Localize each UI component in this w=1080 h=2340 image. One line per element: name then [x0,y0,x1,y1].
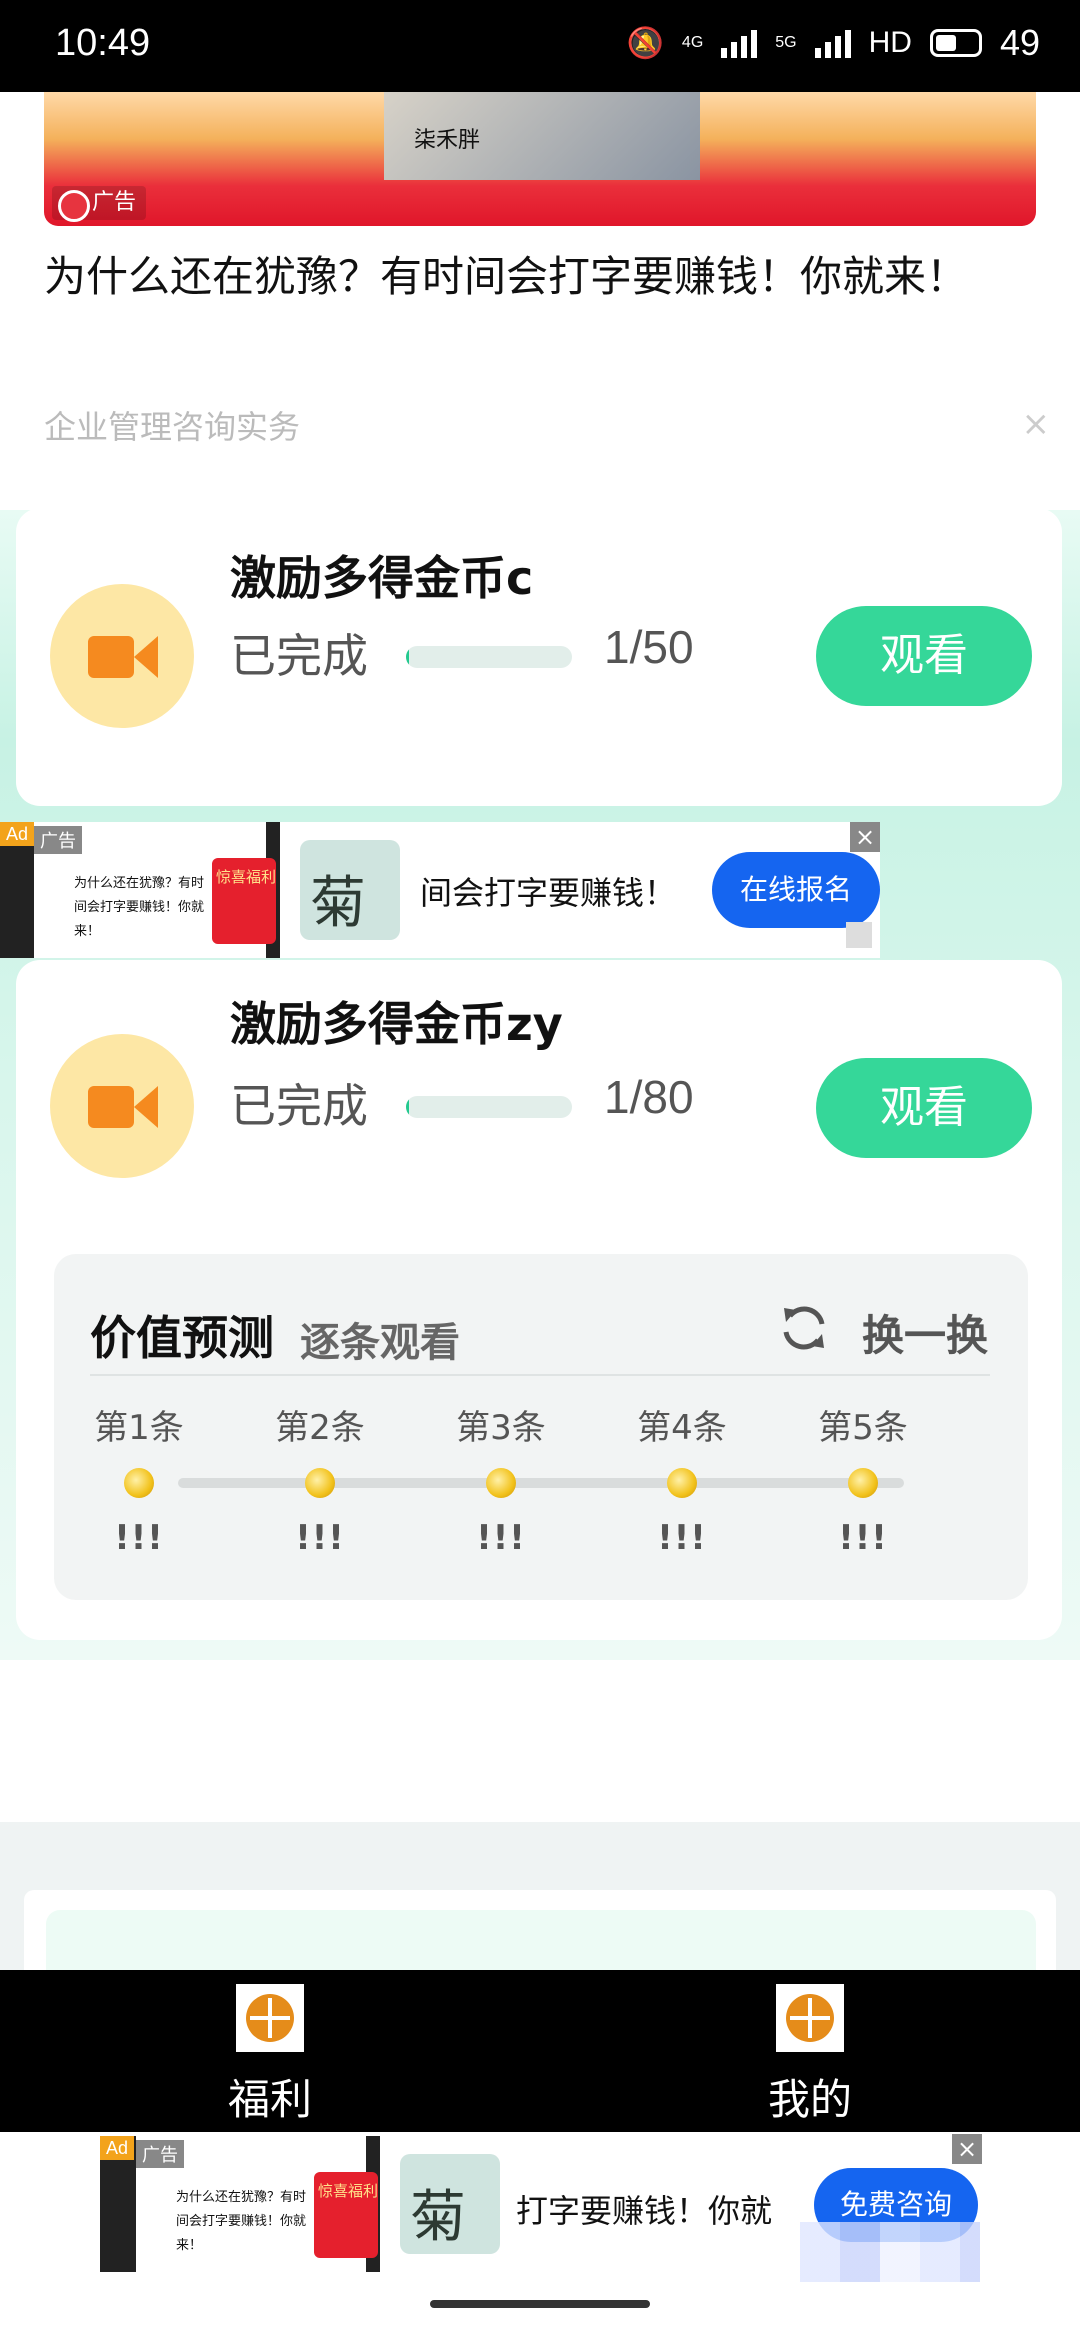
nav-item-label: 福利 [227,2075,312,2124]
app-logo-icon [776,1984,844,2052]
prediction-title: 价值预测 [90,1311,274,1365]
refresh-icon[interactable] [776,1300,832,1356]
signal-icon [814,28,851,58]
feed-ad[interactable]: 柒禾胖 广告 为什么还在犹豫？有时间会打字要赚钱！你就来！ 企业管理咨询实务 × [0,92,1080,510]
ad-headline[interactable]: 为什么还在犹豫？有时间会打字要赚钱！你就来！ [44,248,994,306]
prediction-item-label: 第3条 [456,1408,546,1448]
ad-tag: 广告 [52,186,147,222]
ad-banner-image[interactable]: 柒禾胖 广告 [44,92,1036,226]
home-indicator[interactable] [430,2300,650,2308]
value-prediction-panel: 价值预测 逐条观看 换一换 第1条 !!! 第2条 !!! 第3条 !!! 第4… [54,1254,1028,1600]
close-icon[interactable]: × [952,2134,982,2164]
ad-signup-button[interactable]: 在线报名 [712,852,880,928]
prediction-subtitle: 逐条观看 [300,1320,460,1366]
network-4g-label: 4G [681,34,704,51]
red-envelope-icon: 惊喜福利 [212,858,276,944]
task-progress-bar [406,1096,572,1118]
ad-thumbnail-text: 为什么还在犹豫？有时间会打字要赚钱！你就来！ [74,876,205,939]
nav-item-welfare[interactable]: 福利 [0,1970,540,2132]
bottom-navigation: 福利 我的 [0,1970,1080,2132]
prediction-item-label: 第5条 [818,1408,908,1448]
signal-icon [721,28,758,58]
prediction-track [178,1478,904,1488]
ad-badge: Ad [0,822,34,846]
ad-overlay [800,2222,980,2282]
mute-icon: 🔕 [626,26,664,60]
app-logo-icon [236,1984,304,2052]
red-envelope-icon: 惊喜福利 [314,2172,378,2258]
ad-tag: 广告 [136,2140,184,2168]
nav-item-label: 我的 [767,2075,852,2124]
prediction-item-value: !!! [476,1518,526,1558]
hd-label: HD [868,26,912,59]
status-bar: 10:49 🔕 4G 5G HD 49 [0,0,1080,92]
watch-button[interactable]: 观看 [816,606,1032,706]
ad-scroll-text: 打字要赚钱！你就 [516,2192,773,2230]
inline-ad-banner[interactable]: 为什么还在犹豫？有时间会打字要赚钱！你就来！ 惊喜福利 Ad 广告 菊 间会打字… [0,822,880,958]
coin-icon [848,1468,878,1498]
ad-banner-photo: 柒禾胖 [384,92,700,180]
task-count: 1/50 [604,621,694,673]
prediction-item-value: !!! [838,1518,888,1558]
task-progress-bar [406,646,572,668]
coin-icon [305,1468,335,1498]
advertiser-logo: 菊 [400,2154,500,2254]
task-status: 已完成 [230,1079,368,1133]
ad-scroll-text: 间会打字要赚钱！ [420,874,677,912]
task-title: 激励多得金币c [230,551,534,605]
coin-icon [124,1468,154,1498]
refresh-button[interactable]: 换一换 [862,1302,988,1363]
prediction-item-value: !!! [295,1518,345,1558]
prediction-item-label: 第2条 [275,1408,365,1448]
ad-tag: 广告 [34,826,82,854]
network-5g-label: 5G [775,34,797,51]
prediction-item-label: 第1条 [94,1408,184,1448]
video-camera-icon [50,584,194,728]
watch-button[interactable]: 观看 [816,1058,1032,1158]
status-time: 10:49 [55,22,151,64]
close-icon[interactable]: × [1022,404,1051,444]
task-status: 已完成 [230,629,368,683]
advertiser-logo: 菊 [300,840,400,940]
task-progress-fill [406,646,410,668]
video-camera-icon [50,1034,194,1178]
nav-item-mine[interactable]: 我的 [540,1970,1080,2132]
ad-info-icon[interactable] [846,922,872,948]
prediction-item-value: !!! [657,1518,707,1558]
divider [90,1374,990,1376]
prediction-item-label: 第4条 [637,1408,727,1448]
prediction-item-value: !!! [114,1518,164,1558]
ad-banner-photo-text: 柒禾胖 [414,128,481,153]
task-title: 激励多得金币zy [230,997,563,1051]
ad-advertiser: 企业管理咨询实务 [44,408,301,446]
bottom-ad-banner[interactable]: 为什么还在犹豫？有时间会打字要赚钱！你就来！ 惊喜福利 Ad 广告 菊 打字要赚… [0,2132,1080,2282]
task-count: 1/80 [604,1071,694,1123]
coin-icon [667,1468,697,1498]
close-icon[interactable]: × [850,822,880,852]
battery-level: 49 [999,22,1040,63]
task-progress-fill [406,1096,410,1118]
ad-thumbnail-text: 为什么还在犹豫？有时间会打字要赚钱！你就来！ [176,2190,307,2253]
coin-icon [486,1468,516,1498]
status-icons: 🔕 4G 5G HD 49 [627,22,1040,64]
battery-icon [929,29,982,57]
ad-badge: Ad [100,2136,134,2160]
task-card: 激励多得金币c 已完成 1/50 观看 [16,508,1062,806]
